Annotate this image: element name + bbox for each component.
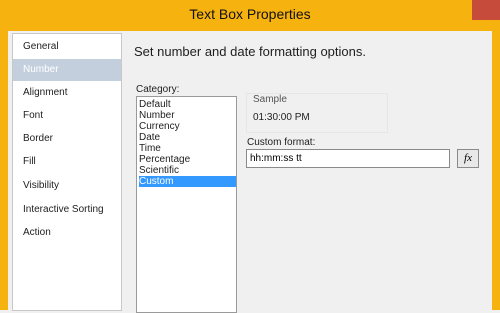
category-item-default[interactable]: Default	[139, 99, 236, 110]
custom-format-label: Custom format:	[247, 137, 316, 148]
category-item-currency[interactable]: Currency	[139, 121, 236, 132]
nav-item-number[interactable]: Number	[13, 59, 121, 81]
nav-item-general[interactable]: General	[13, 36, 121, 58]
category-item-number[interactable]: Number	[139, 110, 236, 121]
category-item-percentage[interactable]: Percentage	[139, 154, 236, 165]
window-frame-right	[492, 31, 500, 310]
sample-value: 01:30:00 PM	[253, 112, 310, 123]
window-title: Text Box Properties	[189, 6, 311, 22]
nav-item-action[interactable]: Action	[13, 222, 121, 244]
property-nav: General Number Alignment Font Border Fil…	[12, 33, 122, 311]
sample-label: Sample	[253, 94, 287, 105]
category-item-date[interactable]: Date	[139, 132, 236, 143]
nav-item-font[interactable]: Font	[13, 105, 121, 127]
nav-item-alignment[interactable]: Alignment	[13, 82, 121, 104]
title-bar: Text Box Properties	[0, 0, 500, 31]
nav-item-visibility[interactable]: Visibility	[13, 175, 121, 197]
category-item-custom[interactable]: Custom	[139, 176, 236, 187]
nav-item-fill[interactable]: Fill	[13, 151, 121, 173]
section-heading: Set number and date formatting options.	[134, 44, 366, 59]
nav-item-border[interactable]: Border	[13, 128, 121, 150]
custom-format-input[interactable]	[246, 149, 450, 168]
window-frame-left	[0, 31, 8, 310]
dialog-body: General Number Alignment Font Border Fil…	[8, 31, 492, 313]
expression-button[interactable]: fx	[457, 149, 479, 168]
category-list[interactable]: Default Number Currency Date Time Percen…	[136, 96, 237, 313]
close-button[interactable]	[472, 0, 500, 20]
nav-item-interactive-sorting[interactable]: Interactive Sorting	[13, 199, 121, 221]
category-item-time[interactable]: Time	[139, 143, 236, 154]
category-item-scientific[interactable]: Scientific	[139, 165, 236, 176]
category-label: Category:	[136, 84, 180, 95]
